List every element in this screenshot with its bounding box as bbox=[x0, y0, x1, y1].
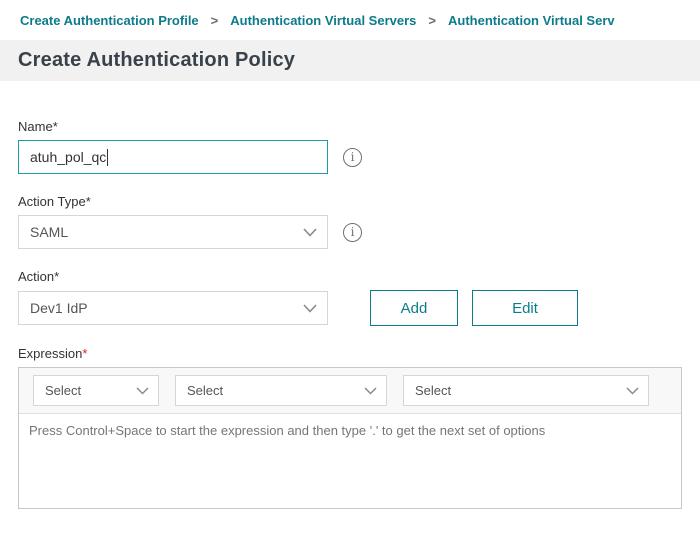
action-required-mark: * bbox=[54, 269, 59, 284]
action-label-text: Action bbox=[18, 269, 54, 284]
expression-select-2[interactable]: Select bbox=[175, 375, 387, 406]
expression-select-3[interactable]: Select bbox=[403, 375, 649, 406]
expression-builder: Select Select Select bbox=[18, 367, 682, 509]
action-type-label: Action Type* bbox=[18, 194, 682, 209]
expression-label: Expression* bbox=[18, 346, 682, 361]
expression-select-strip: Select Select Select bbox=[19, 368, 681, 414]
text-cursor bbox=[107, 149, 108, 166]
page-header: Create Authentication Policy bbox=[0, 40, 700, 81]
action-field-group: Action* Dev1 IdP Add Edit bbox=[18, 269, 682, 326]
breadcrumb-separator-icon: > bbox=[211, 13, 219, 28]
chevron-down-icon bbox=[364, 383, 377, 398]
action-type-selected-value: SAML bbox=[30, 224, 68, 240]
expression-select-3-value: Select bbox=[415, 383, 451, 398]
name-input-value: atuh_pol_qc bbox=[30, 149, 106, 165]
name-field-group: Name* atuh_pol_qc i bbox=[18, 119, 682, 174]
name-input[interactable]: atuh_pol_qc bbox=[18, 140, 328, 174]
create-authentication-policy-form: Name* atuh_pol_qc i Action Type* SAML i bbox=[0, 81, 700, 509]
breadcrumb-separator-icon: > bbox=[428, 13, 436, 28]
expression-select-1-value: Select bbox=[45, 383, 81, 398]
add-button[interactable]: Add bbox=[370, 290, 458, 326]
expression-label-text: Expression bbox=[18, 346, 82, 361]
expression-select-2-value: Select bbox=[187, 383, 223, 398]
action-type-required-mark: * bbox=[86, 194, 91, 209]
name-label: Name* bbox=[18, 119, 682, 134]
info-icon[interactable]: i bbox=[343, 148, 362, 167]
chevron-down-icon bbox=[303, 224, 317, 240]
breadcrumb-item-create-authentication-profile[interactable]: Create Authentication Profile bbox=[20, 13, 199, 28]
chevron-down-icon bbox=[136, 383, 149, 398]
action-type-label-text: Action Type bbox=[18, 194, 86, 209]
name-required-mark: * bbox=[53, 119, 58, 134]
expression-text-area[interactable]: Press Control+Space to start the express… bbox=[19, 414, 681, 508]
breadcrumb-item-authentication-virtual-servers[interactable]: Authentication Virtual Servers bbox=[230, 13, 416, 28]
breadcrumb: Create Authentication Profile > Authenti… bbox=[0, 0, 700, 40]
page-title: Create Authentication Policy bbox=[18, 49, 295, 72]
name-label-text: Name bbox=[18, 119, 53, 134]
expression-field-group: Expression* Select Select Select bbox=[18, 346, 682, 509]
breadcrumb-item-authentication-virtual-serv[interactable]: Authentication Virtual Serv bbox=[448, 13, 615, 28]
action-label: Action* bbox=[18, 269, 682, 284]
action-select[interactable]: Dev1 IdP bbox=[18, 291, 328, 325]
edit-button[interactable]: Edit bbox=[472, 290, 578, 326]
chevron-down-icon bbox=[303, 300, 317, 316]
expression-required-mark: * bbox=[82, 346, 87, 361]
action-type-field-group: Action Type* SAML i bbox=[18, 194, 682, 249]
chevron-down-icon bbox=[626, 383, 639, 398]
info-icon[interactable]: i bbox=[343, 223, 362, 242]
action-selected-value: Dev1 IdP bbox=[30, 300, 88, 316]
expression-placeholder: Press Control+Space to start the express… bbox=[29, 423, 671, 438]
expression-select-1[interactable]: Select bbox=[33, 375, 159, 406]
action-type-select[interactable]: SAML bbox=[18, 215, 328, 249]
